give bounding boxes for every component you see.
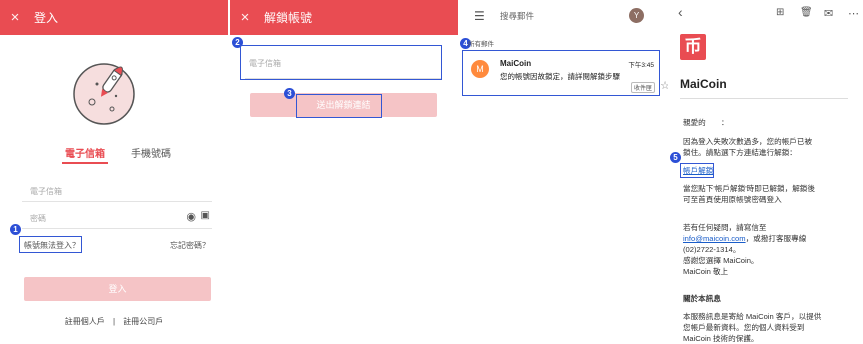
inbox-label-badge: 收件匣 [630,82,655,93]
greeting: 親愛的 ： [683,118,729,127]
body-paragraph-1: 因為登入失敗次數過多，您的帳戶已被 鎖住。請點選下方連結進行解鎖： [683,136,812,158]
about-title: 關於本訊息 [683,294,721,303]
body-paragraph-2: 當您點下'帳戶解鎖'時即已解鎖，解鎖後 可至首頁使用原帳號密碼登入 [683,183,815,205]
body-line: 因為登入失敗次數過多，您的帳戶已被 [683,137,813,146]
tab-active-indicator [62,162,108,164]
mail-detail: ‹ ⊞ 🗑 ✉ ⋯ 币 MaiCoin 親愛的 ： 因為登入失敗次數過多，您的帳… [670,0,863,344]
body-line: MaiCoin 技術的保護。 [683,334,759,343]
register-divider: | [112,317,116,326]
contact-paragraph: 若有任何疑問，請寫信至 info@maicoin.com，或撥打客服專線 (02… [683,222,806,277]
mail-search-bar[interactable]: ☰ 搜尋郵件 Y [460,5,668,27]
login-header: × 登入 [0,0,228,35]
thanks-line: 感謝您選擇 MaiCoin。 [683,256,759,265]
show-password-icon[interactable]: ◉ [186,210,196,223]
step-badge-3: 3 [284,88,295,99]
maicoin-logo: 币 [680,34,706,60]
mail-icon[interactable]: ✉ [824,7,833,20]
body-line: 若有任何疑問，請寫信至 [683,223,767,232]
body-line: 您帳戶最新資料。您的個人資料受到 [683,323,805,332]
sender-avatar: M [471,60,489,78]
unlock-screen: × 解鎖帳號 2 電子信箱 送出解鎖連結 3 [230,0,458,344]
support-email-link[interactable]: info@maicoin.com [683,234,746,243]
back-icon[interactable]: ‹ [678,4,683,20]
unlock-header: × 解鎖帳號 [230,0,458,35]
planet-rocket-illustration [73,63,135,125]
archive-icon[interactable]: ⊞ [776,7,784,18]
password-placeholder: 密碼 [30,214,46,223]
register-personal-link[interactable]: 註冊個人戶 [65,317,105,326]
mail-list-item[interactable]: M MaiCoin 下午3:45 您的帳號因故鎖定，請詳閱解鎖步驟 收件匣 ☆ [462,50,668,98]
register-company-link[interactable]: 註冊公司戶 [123,317,163,326]
keyboard-icon[interactable]: ▣ [201,210,210,221]
mail-inbox: ☰ 搜尋郵件 Y 4 所有郵件 M MaiCoin 下午3:45 您的帳號因故鎖… [460,0,668,344]
support-phone: (02)2722-1314。 [683,245,741,254]
body-line: 本服務訊息是寄給 MaiCoin 客戶，以提供 [683,312,822,321]
body-line: ，或撥打客服專線 [745,234,807,243]
close-icon[interactable]: × [0,9,30,26]
section-title: 所有郵件 [468,41,494,48]
email-placeholder: 電子信箱 [30,187,62,196]
password-field[interactable]: 密碼 ◉ ▣ [22,207,212,229]
login-button[interactable]: 登入 [24,277,211,301]
mail-time: 下午3:45 [628,62,654,69]
close-icon[interactable]: × [230,9,260,26]
unlock-account-link[interactable]: 帳戶解鎖 [683,165,713,176]
search-input[interactable]: 搜尋郵件 [500,10,534,22]
body-line: 可至首頁使用原帳號密碼登入 [683,195,782,204]
brand-name: MaiCoin [680,77,727,91]
highlight-box [296,94,382,118]
email-field[interactable]: 電子信箱 [22,180,212,202]
forgot-password-link[interactable]: 忘記密碼？ [170,240,210,251]
body-line: 當您點下'帳戶解鎖'時即已解鎖，解鎖後 [683,184,815,193]
account-avatar[interactable]: Y [629,8,644,23]
divider [680,98,848,99]
cant-login-link[interactable]: 帳號無法登入？ [24,240,80,251]
email-placeholder: 電子信箱 [249,59,281,68]
mail-sender: MaiCoin [500,59,532,68]
more-icon[interactable]: ⋯ [848,7,859,20]
tab-phone[interactable]: 手機號碼 [131,145,171,160]
tab-email[interactable]: 電子信箱 [65,145,105,160]
step-badge-5: 5 [670,152,681,163]
login-screen: × 登入 電子信箱 手機號碼 電子信箱 密碼 ◉ ▣ 1 帳號無法登入？ 忘記密… [0,0,228,344]
about-paragraph: 本服務訊息是寄給 MaiCoin 客戶，以提供 您帳戶最新資料。您的個人資料受到… [683,311,821,344]
body-line: 鎖住。請點選下方連結進行解鎖： [683,148,797,157]
register-links: 註冊個人戶 | 註冊公司戶 [0,316,228,327]
mail-subject: 您的帳號因故鎖定，請詳閱解鎖步驟 [500,72,620,81]
page-title: 解鎖帳號 [264,11,313,25]
page-title: 登入 [34,11,59,25]
email-field[interactable]: 電子信箱 [245,47,441,79]
menu-icon[interactable]: ☰ [474,9,494,23]
signoff-line: MaiCoin 敬上 [683,267,729,276]
mail-toolbar: ‹ ⊞ 🗑 ✉ ⋯ [670,4,863,25]
delete-icon[interactable]: 🗑 [800,7,813,18]
step-badge-1: 1 [10,224,21,235]
star-icon[interactable]: ☆ [660,79,668,92]
